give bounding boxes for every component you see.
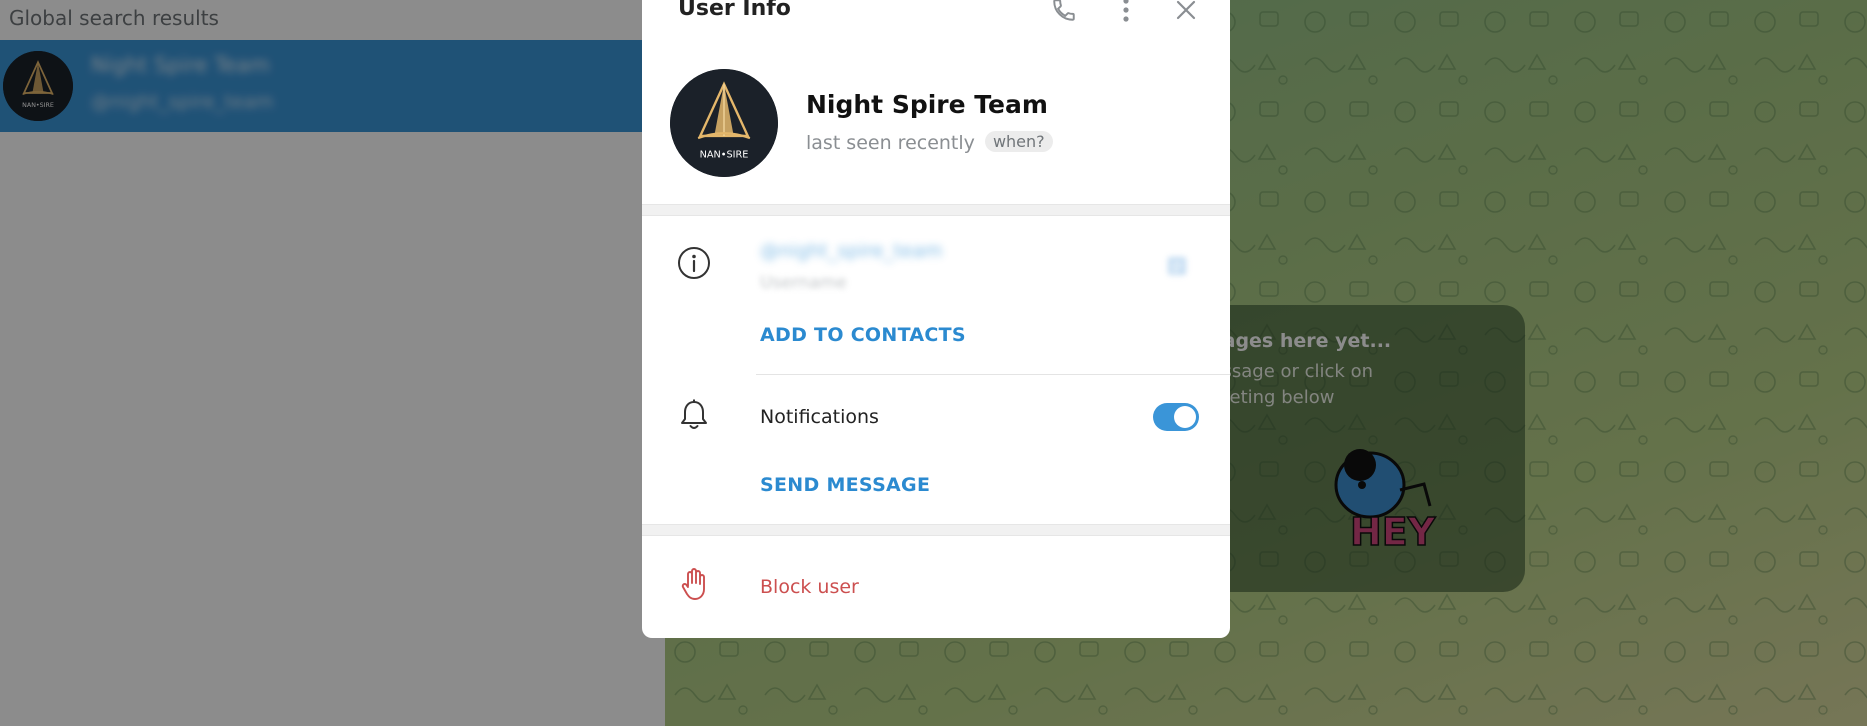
last-seen-text: last seen recently — [806, 132, 975, 154]
dialog-title: User Info — [678, 0, 791, 21]
section-separator — [642, 524, 1230, 536]
bell-icon — [681, 399, 707, 429]
section-separator — [642, 204, 1230, 216]
phone-icon — [1053, 0, 1075, 21]
username-label: Username — [760, 273, 847, 293]
add-to-contacts-button[interactable]: ADD TO CONTACTS — [760, 324, 966, 346]
night-spire-logo-icon: NAN•SIRE — [670, 69, 778, 177]
user-info-dialog: User Info NAN•SIRE Night Spire Team last… — [642, 0, 1230, 638]
profile-avatar[interactable]: NAN•SIRE — [670, 69, 778, 177]
more-vertical-icon — [1123, 0, 1129, 22]
svg-text:NAN•SIRE: NAN•SIRE — [700, 150, 749, 161]
notifications-label: Notifications — [760, 406, 879, 428]
profile-name: Night Spire Team — [806, 90, 1048, 119]
close-icon — [1176, 0, 1196, 20]
row-divider — [756, 374, 1230, 375]
call-button[interactable] — [1046, 0, 1082, 28]
more-options-button[interactable] — [1108, 0, 1144, 28]
profile-status: last seen recently when? — [806, 131, 1053, 154]
block-user-button[interactable]: Block user — [760, 576, 859, 598]
send-message-button[interactable]: SEND MESSAGE — [760, 474, 930, 496]
toggle-knob — [1174, 406, 1196, 428]
info-icon — [678, 247, 710, 279]
when-badge[interactable]: when? — [984, 131, 1053, 152]
notifications-toggle[interactable] — [1153, 403, 1199, 431]
close-button[interactable] — [1168, 0, 1204, 28]
username-value[interactable]: @night_spire_team — [760, 240, 943, 262]
copy-icon[interactable] — [1163, 252, 1191, 280]
block-hand-icon — [681, 568, 705, 600]
